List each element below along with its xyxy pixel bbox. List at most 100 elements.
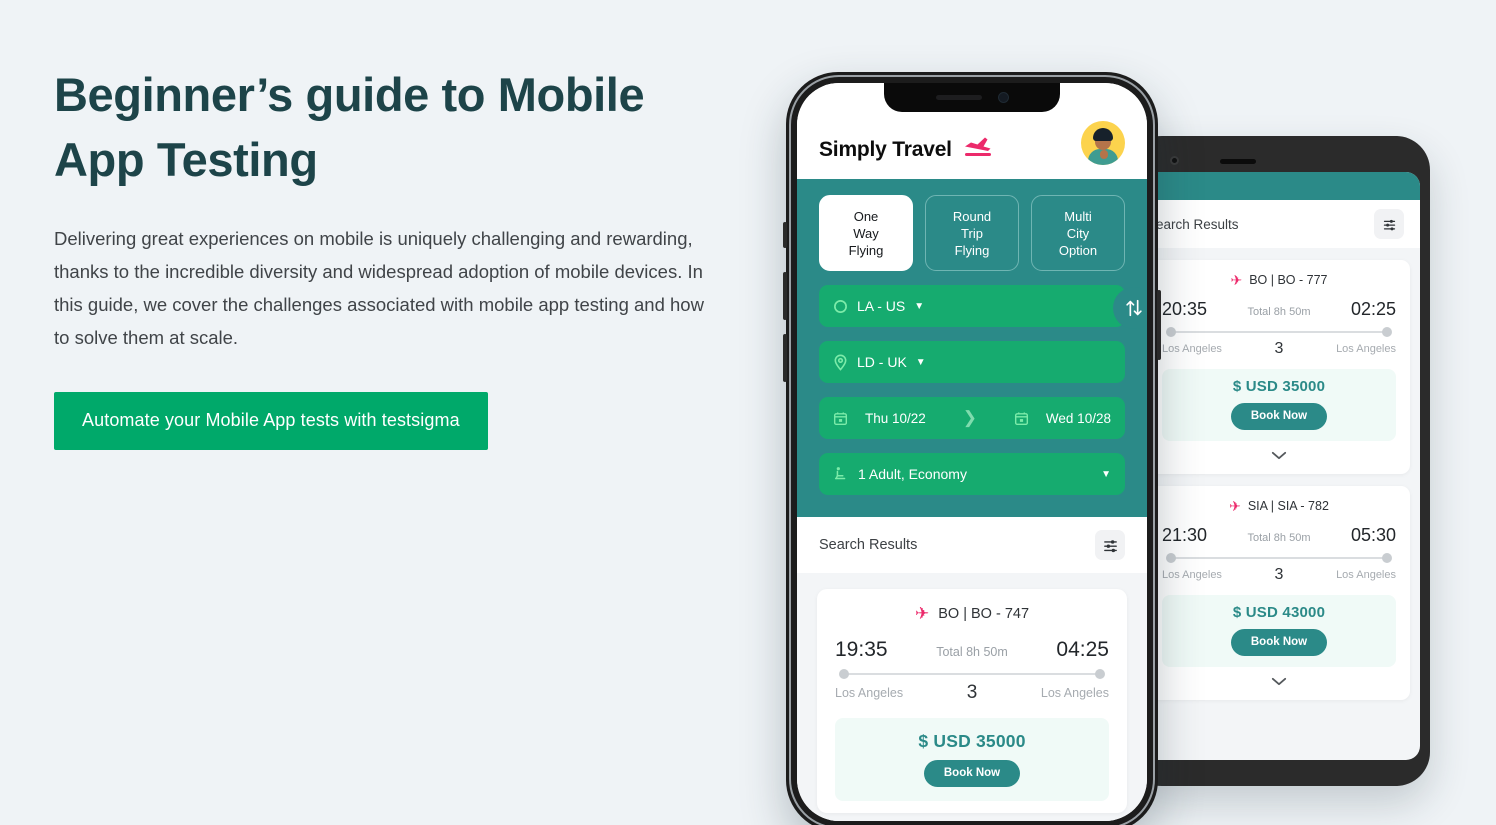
volume-down-button bbox=[783, 334, 787, 382]
flight-times-row: 19:35 Total 8h 50m 04:25 bbox=[835, 638, 1109, 662]
chevron-down-icon[interactable]: ▼ bbox=[914, 301, 924, 312]
volume-up-button bbox=[783, 272, 787, 320]
destination-city: Los Angeles bbox=[1336, 343, 1396, 355]
hero-paragraph: Delivering great experiences on mobile i… bbox=[54, 228, 704, 348]
front-camera-icon bbox=[997, 92, 1009, 103]
flight-meta-row: Los Angeles 3 Los Angeles bbox=[835, 682, 1109, 704]
flight-duration: Total 8h 50m bbox=[1247, 306, 1311, 318]
book-now-button[interactable]: Book Now bbox=[1230, 403, 1328, 430]
map-pin-icon bbox=[833, 354, 848, 371]
arrive-time: 05:30 bbox=[1350, 525, 1396, 545]
chevron-right-icon: ❯ bbox=[962, 408, 977, 427]
front-flight-list: ✈ BO | BO - 747 19:35 Total 8h 50m 04:25… bbox=[797, 573, 1147, 821]
book-now-button[interactable]: Book Now bbox=[1230, 629, 1328, 656]
tab-line-2: Trip bbox=[961, 225, 983, 241]
chevron-down-icon[interactable] bbox=[1162, 674, 1396, 690]
flight-duration: Total 8h 50m bbox=[1247, 532, 1311, 544]
depart-date[interactable]: Thu 10/22 bbox=[833, 411, 926, 426]
tab-line-1: Round bbox=[952, 208, 992, 224]
tab-line-1: Multi bbox=[1064, 208, 1092, 224]
tab-line-3: Option bbox=[1058, 242, 1098, 258]
back-app-topband bbox=[1138, 172, 1420, 200]
trip-type-tabs: One Way Flying Round Trip Flying Multi C… bbox=[819, 195, 1125, 271]
flight-price: $ USD 35000 bbox=[918, 731, 1026, 751]
stops-count: 3 bbox=[966, 682, 978, 703]
seat-icon bbox=[833, 466, 849, 482]
origin-city: Los Angeles bbox=[1162, 343, 1222, 355]
flight-card-header: ✈ SIA | SIA - 782 bbox=[1162, 499, 1396, 513]
airplane-icon: ✈ bbox=[1229, 498, 1241, 514]
arrive-time: 02:25 bbox=[1350, 299, 1396, 319]
front-phone-mockup: Simply Travel One Way Flying Round Trip … bbox=[783, 72, 1161, 825]
trip-tab-round-trip[interactable]: Round Trip Flying bbox=[925, 195, 1019, 271]
origin-city: Los Angeles bbox=[835, 686, 904, 700]
page-title: Beginner’s guide to Mobile App Testing bbox=[54, 68, 645, 186]
mute-switch bbox=[783, 222, 787, 248]
flight-duration: Total 8h 50m bbox=[936, 645, 1008, 659]
flight-card[interactable]: ✈ BO | BO - 747 19:35 Total 8h 50m 04:25… bbox=[817, 589, 1127, 813]
flight-card[interactable]: ✈ BO | BO - 777 20:35 Total 8h 50m 02:25… bbox=[1148, 260, 1410, 474]
page-root: Beginner’s guide to Mobile App Testing D… bbox=[0, 0, 1496, 825]
chevron-down-icon[interactable] bbox=[1162, 448, 1396, 464]
avatar[interactable] bbox=[1081, 121, 1125, 165]
flight-route-line bbox=[837, 668, 1107, 680]
back-phone-mockup: earch Results ✈ BO | BO - 777 20:35 Tota… bbox=[1128, 136, 1430, 786]
chevron-down-icon[interactable]: ▼ bbox=[916, 357, 926, 368]
airplane-icon: ✈ bbox=[914, 604, 930, 623]
flight-airline-label: BO | BO - 777 bbox=[1249, 273, 1328, 287]
flight-price-box: $ USD 35000 Book Now bbox=[1162, 369, 1396, 441]
tab-line-2: City bbox=[1066, 225, 1090, 241]
chevron-down-icon[interactable]: ▼ bbox=[1101, 469, 1111, 480]
destination-city: Los Angeles bbox=[1040, 686, 1109, 700]
front-phone-screen: Simply Travel One Way Flying Round Trip … bbox=[797, 83, 1147, 821]
back-results-label: earch Results bbox=[1156, 216, 1239, 232]
stops-count: 3 bbox=[1274, 340, 1284, 357]
flight-card[interactable]: ✈ SIA | SIA - 782 21:30 Total 8h 50m 05:… bbox=[1148, 486, 1410, 700]
circle-icon bbox=[833, 299, 848, 314]
flight-card-header: ✈ BO | BO - 777 bbox=[1162, 273, 1396, 287]
back-phone-screen: earch Results ✈ BO | BO - 777 20:35 Tota… bbox=[1138, 172, 1420, 760]
destination-field[interactable]: LD - UK ▼ bbox=[819, 341, 1125, 383]
earpiece-speaker bbox=[935, 95, 982, 100]
app-brand: Simply Travel bbox=[819, 135, 995, 165]
flight-airline-label: SIA | SIA - 782 bbox=[1247, 499, 1329, 513]
flight-times-row: 21:30 Total 8h 50m 05:30 bbox=[1162, 525, 1396, 546]
hero-copy: Beginner’s guide to Mobile App Testing D… bbox=[54, 62, 734, 450]
sliders-icon[interactable] bbox=[1095, 530, 1125, 560]
flight-price-box: $ USD 43000 Book Now bbox=[1162, 595, 1396, 667]
stops-count: 3 bbox=[1274, 566, 1284, 583]
back-search-results-bar: earch Results bbox=[1138, 200, 1420, 248]
passengers-value: 1 Adult, Economy bbox=[858, 466, 967, 482]
swap-vertical-icon[interactable] bbox=[1113, 287, 1147, 329]
tab-line-3: Flying bbox=[848, 242, 884, 258]
tab-line-2: Way bbox=[853, 225, 879, 241]
depart-date-value: Thu 10/22 bbox=[865, 410, 926, 426]
sliders-icon[interactable] bbox=[1374, 209, 1404, 239]
origin-field[interactable]: LA - US ▼ bbox=[819, 285, 1125, 327]
calendar-icon bbox=[833, 411, 848, 426]
airplane-icon: ✈ bbox=[1230, 272, 1243, 288]
brand-name: Simply Travel bbox=[819, 138, 952, 161]
origin-value: LA - US bbox=[857, 298, 906, 314]
flight-route-line bbox=[1164, 552, 1394, 564]
passengers-field[interactable]: 1 Adult, Economy ▼ bbox=[819, 453, 1125, 495]
automate-cta-button[interactable]: Automate your Mobile App tests with test… bbox=[54, 392, 488, 450]
flight-route-line bbox=[1164, 326, 1394, 338]
flight-meta-row: Los Angeles 3 Los Angeles bbox=[1162, 340, 1396, 358]
flight-price: $ USD 43000 bbox=[1232, 604, 1326, 621]
destination-city: Los Angeles bbox=[1336, 569, 1396, 581]
trip-tab-one-way[interactable]: One Way Flying bbox=[819, 195, 913, 271]
depart-time: 21:30 bbox=[1162, 525, 1208, 545]
airplane-takeoff-icon bbox=[961, 135, 995, 165]
depart-time: 20:35 bbox=[1162, 299, 1208, 319]
book-now-button[interactable]: Book Now bbox=[923, 760, 1021, 787]
destination-value: LD - UK bbox=[857, 354, 907, 370]
front-results-label: Search Results bbox=[819, 537, 918, 553]
trip-tab-multi-city[interactable]: Multi City Option bbox=[1031, 195, 1125, 271]
return-date[interactable]: Wed 10/28 bbox=[1014, 411, 1111, 426]
origin-city: Los Angeles bbox=[1162, 569, 1222, 581]
calendar-icon bbox=[1014, 411, 1029, 426]
flight-times-row: 20:35 Total 8h 50m 02:25 bbox=[1162, 299, 1396, 320]
dates-field[interactable]: Thu 10/22 ❯ Wed 10/28 bbox=[819, 397, 1125, 439]
search-form-panel: One Way Flying Round Trip Flying Multi C… bbox=[797, 179, 1147, 517]
